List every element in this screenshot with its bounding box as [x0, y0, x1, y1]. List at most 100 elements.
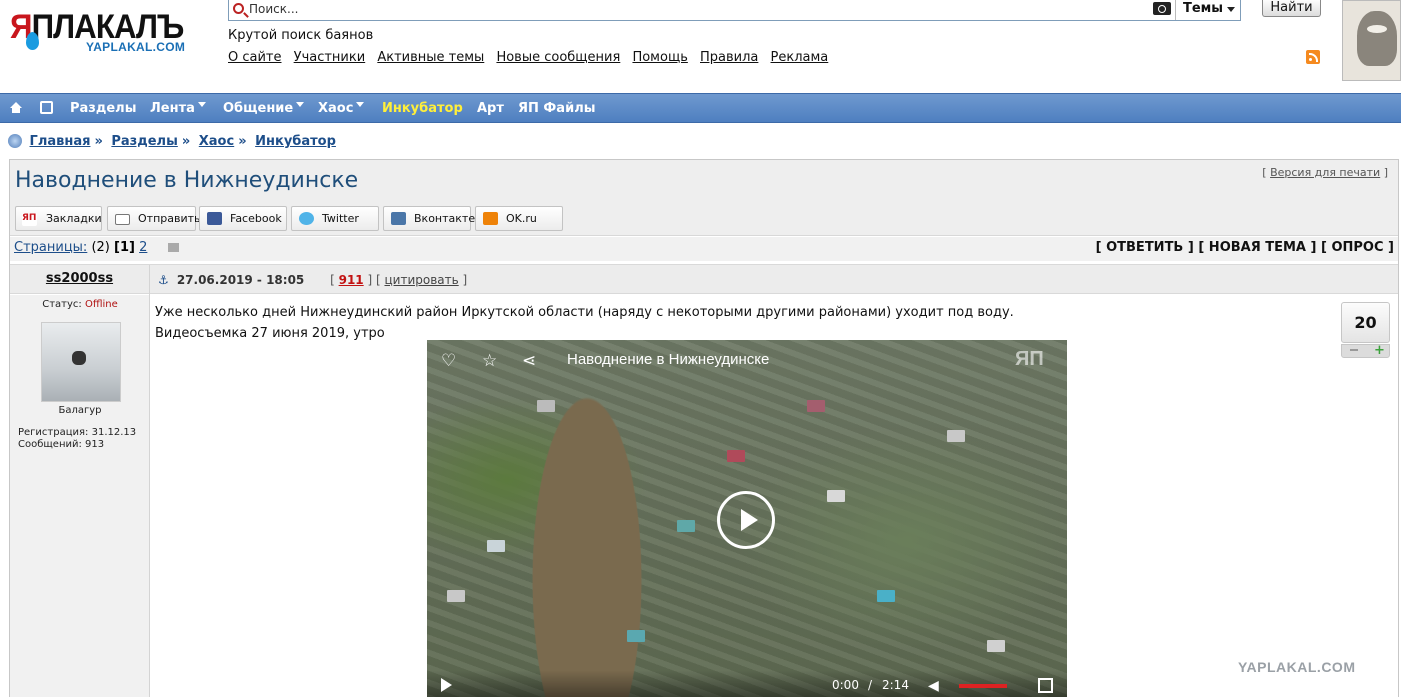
main-nav: Разделы Лента Общение Хаос Инкубатор Арт…	[0, 93, 1401, 123]
author-sidebar: Статус: Offline Балагур Регистрация: 31.…	[10, 295, 150, 697]
status-badge: Offline	[84, 299, 118, 310]
subscribe-icon[interactable]	[167, 243, 179, 252]
rating-plus-button[interactable]: +	[1374, 344, 1385, 357]
volume-slider[interactable]	[959, 684, 1007, 688]
pagination-label[interactable]: Страницы:	[14, 240, 87, 255]
video-duration: 2:14	[882, 678, 909, 692]
top-nav-ads[interactable]: Реклама	[771, 50, 829, 65]
nav-art[interactable]: Арт	[477, 101, 504, 116]
post-rating: 20 +	[1341, 302, 1390, 358]
rating-value: 20	[1341, 302, 1390, 343]
breadcrumb: Главная» Разделы» Хаос» Инкубатор	[8, 134, 336, 149]
avatar[interactable]	[41, 322, 121, 402]
author-message-count: Сообщений: 913	[18, 439, 105, 450]
poll-button[interactable]: [ ОПРОС ]	[1321, 240, 1394, 255]
post-number[interactable]: 911	[339, 273, 364, 287]
search-bar: Темы	[228, 0, 1241, 21]
twitter-icon	[299, 212, 314, 225]
mail-icon	[115, 214, 130, 225]
facebook-icon	[207, 212, 222, 225]
search-scope-select[interactable]: Темы	[1175, 0, 1241, 20]
home-icon[interactable]	[10, 102, 22, 113]
ok-icon	[483, 212, 498, 225]
pagination-current: [1]	[114, 240, 135, 255]
nav-chat[interactable]: Общение	[223, 101, 305, 116]
nav-feed[interactable]: Лента	[150, 101, 206, 116]
top-nav-members[interactable]: Участники	[294, 50, 366, 65]
breadcrumb-sections[interactable]: Разделы	[111, 134, 177, 149]
chevron-down-icon	[1227, 7, 1235, 16]
play-icon[interactable]	[441, 678, 459, 692]
star-icon[interactable]: ☆	[482, 351, 497, 371]
top-nav-new-messages[interactable]: Новые сообщения	[496, 50, 620, 65]
anchor-icon[interactable]: ⚓	[158, 273, 169, 287]
heart-icon[interactable]: ♡	[441, 351, 456, 371]
new-topic-button[interactable]: [ НОВАЯ ТЕМА ]	[1198, 240, 1316, 255]
breadcrumb-separator: »	[181, 134, 191, 149]
topic-actions: [ ОТВЕТИТЬ ] [ НОВАЯ ТЕМА ] [ ОПРОС ]	[1096, 240, 1394, 255]
fullscreen-icon[interactable]	[1038, 678, 1053, 693]
chevron-down-icon	[197, 102, 206, 111]
page-title: Наводнение в Нижнеудинске	[15, 168, 359, 193]
play-button[interactable]	[717, 491, 775, 549]
search-button[interactable]: Найти	[1262, 0, 1321, 17]
reply-button[interactable]: [ ОТВЕТИТЬ ]	[1096, 240, 1194, 255]
cat-illustration	[1357, 11, 1397, 66]
rating-minus-button[interactable]	[1350, 349, 1358, 351]
camera-icon[interactable]	[1153, 2, 1171, 15]
share-twitter-button[interactable]: Twitter	[291, 206, 379, 231]
volume-icon[interactable]: ◀	[928, 678, 942, 694]
vk-icon	[391, 212, 406, 225]
video-current-time: 0:00	[832, 678, 859, 692]
tagline: Крутой поиск баянов	[228, 28, 374, 43]
share-icon[interactable]: ⋖	[522, 351, 536, 371]
video-controls: 0:00 / 2:14 ◀	[427, 670, 1067, 697]
breadcrumb-home[interactable]: Главная	[30, 134, 91, 149]
top-nav-help[interactable]: Помощь	[632, 50, 687, 65]
search-icon	[233, 3, 244, 14]
nav-sections[interactable]: Разделы	[70, 101, 136, 116]
top-nav-active-topics[interactable]: Активные темы	[377, 50, 484, 65]
post-meta: ⚓ 27.06.2019 - 18:05 [ 911 ] [ цитироват…	[158, 273, 468, 287]
nav-incubator[interactable]: Инкубатор	[382, 101, 463, 116]
chevron-down-icon	[356, 102, 365, 111]
share-bookmarks-button[interactable]: ЯП Закладки	[15, 206, 102, 231]
post-author: ss2000ss	[10, 265, 150, 295]
like-icon[interactable]	[40, 101, 53, 114]
top-nav-rules[interactable]: Правила	[700, 50, 758, 65]
site-watermark: YAPLAKAL.COM	[1238, 659, 1356, 675]
quote-link[interactable]: цитировать	[384, 273, 458, 287]
post-header: ss2000ss ⚓ 27.06.2019 - 18:05 [ 911 ] [ …	[10, 264, 1398, 295]
pagination: Страницы: (2) [1] 2	[14, 240, 179, 255]
breadcrumb-incubator[interactable]: Инкубатор	[255, 134, 336, 149]
post-body: Уже несколько дней Нижнеудинский район И…	[155, 302, 1014, 344]
top-nav-about[interactable]: О сайте	[228, 50, 282, 65]
chevron-down-icon	[296, 102, 305, 111]
share-vk-button[interactable]: Вконтакте	[383, 206, 475, 231]
share-email-button[interactable]: Отправить	[107, 206, 201, 231]
yap-bookmark-icon: ЯП	[22, 213, 37, 226]
author-status: Статус: Offline	[42, 299, 118, 310]
breadcrumb-chaos[interactable]: Хаос	[199, 134, 234, 149]
author-link[interactable]: ss2000ss	[46, 271, 113, 286]
rss-icon[interactable]	[1306, 50, 1320, 64]
search-input[interactable]	[249, 1, 1149, 17]
globe-icon	[8, 134, 22, 148]
post-text-line: Уже несколько дней Нижнеудинский район И…	[155, 305, 1014, 320]
share-facebook-button[interactable]: Facebook	[199, 206, 287, 231]
print-version-link[interactable]: Версия для печати	[1270, 166, 1380, 179]
pagination-next[interactable]: 2	[139, 240, 147, 255]
pagination-total: (2)	[91, 240, 110, 255]
video-watermark: ЯП	[1015, 348, 1044, 370]
site-logo[interactable]: ЯПЛАКАЛЪ YAPLAKAL.COM	[8, 6, 208, 56]
video-player[interactable]: ♡ ☆ ⋖ Наводнение в Нижнеудинске ЯП 0:00 …	[427, 340, 1067, 697]
breadcrumb-separator: »	[238, 134, 247, 149]
header-banner-image[interactable]	[1342, 0, 1401, 81]
breadcrumb-separator: »	[94, 134, 103, 149]
logo-subtitle: YAPLAKAL.COM	[86, 40, 186, 54]
nav-files[interactable]: ЯП Файлы	[518, 101, 595, 116]
nav-chaos[interactable]: Хаос	[318, 101, 365, 116]
page: ЯПЛАКАЛЪ YAPLAKAL.COM Темы Найти Крутой …	[0, 0, 1401, 697]
print-version: [ Версия для печати ]	[1262, 166, 1388, 179]
share-ok-button[interactable]: OK.ru	[475, 206, 563, 231]
